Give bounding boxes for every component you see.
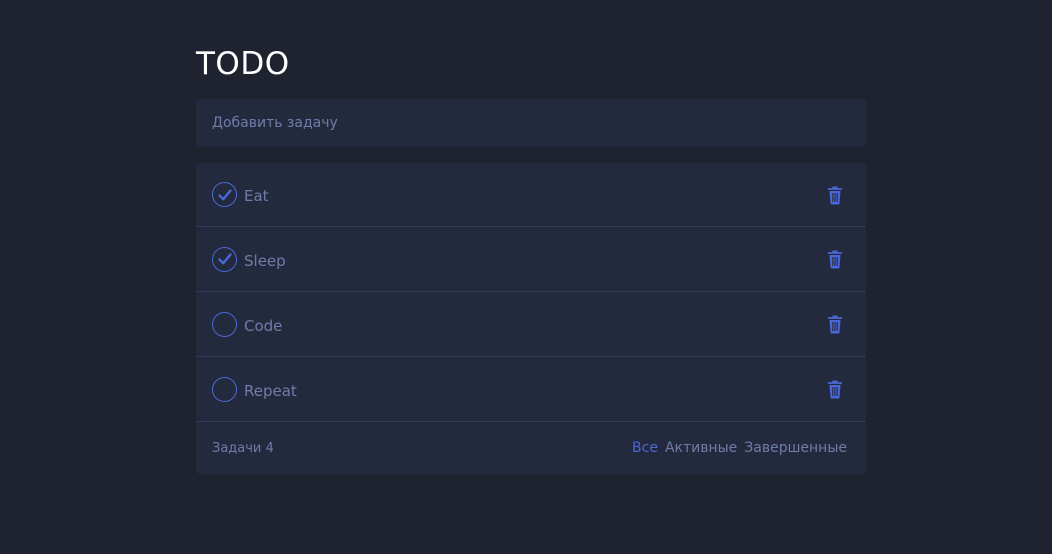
todo-checkbox[interactable]: [212, 376, 237, 402]
trash-icon[interactable]: [826, 379, 844, 399]
trash-icon[interactable]: [826, 185, 844, 205]
todo-item: Repeat: [196, 357, 866, 422]
todo-item: Code: [196, 292, 866, 357]
trash-icon[interactable]: [826, 314, 844, 334]
trash-icon[interactable]: [826, 249, 844, 269]
todo-checkbox[interactable]: [212, 182, 237, 207]
todo-text: Repeat: [244, 381, 297, 400]
todo-text: Eat: [244, 187, 269, 205]
todo-text: Sleep: [244, 251, 286, 270]
todo-checkbox[interactable]: [212, 246, 237, 272]
todo-footer: Задачи 4 Все Активные Завершенные: [196, 422, 866, 474]
todo-item: Sleep: [196, 227, 866, 292]
check-icon: [217, 188, 232, 200]
task-count: Задачи 4: [212, 440, 274, 456]
check-icon: [217, 253, 232, 265]
page-title: TODO: [196, 46, 290, 82]
todo-checkbox[interactable]: [212, 311, 237, 337]
todo-list: Eat Sleep Code Repeat Задачи 4 Все Актив…: [196, 163, 866, 474]
new-task-field[interactable]: [196, 99, 866, 147]
todo-text: Code: [244, 316, 283, 335]
todo-item: Eat: [196, 163, 866, 227]
new-task-input[interactable]: [196, 99, 866, 147]
filter-all[interactable]: Все: [632, 440, 658, 456]
filter-active[interactable]: Активные: [665, 440, 737, 456]
filter-group: Все Активные Завершенные: [632, 440, 847, 456]
filter-completed[interactable]: Завершенные: [744, 440, 847, 456]
todo-app: TODO Eat Sleep Code: [196, 44, 866, 474]
